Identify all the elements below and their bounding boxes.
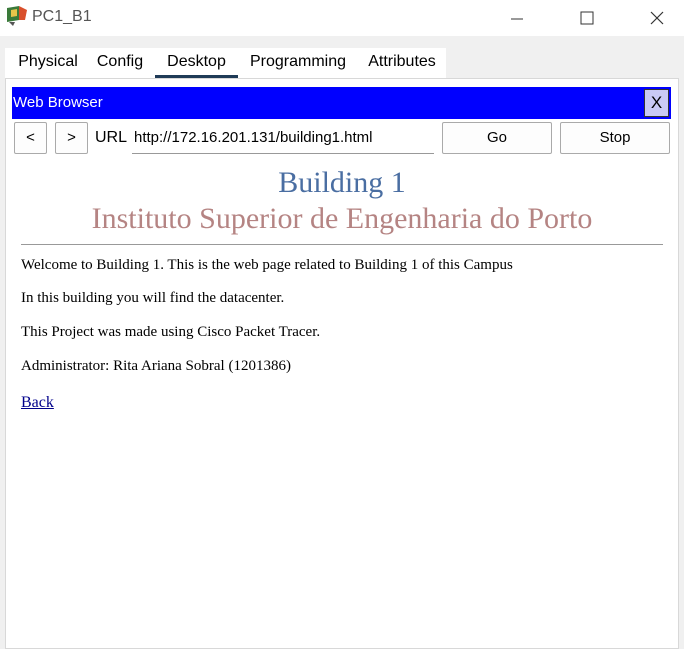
tab-attributes[interactable]: Attributes: [361, 48, 443, 75]
web-browser-titlebar: Web Browser X: [12, 87, 671, 119]
go-button[interactable]: Go: [442, 122, 552, 154]
horizontal-rule: [21, 244, 663, 245]
project-paragraph: This Project was made using Cisco Packet…: [21, 324, 321, 340]
url-input[interactable]: [132, 122, 434, 154]
close-icon: [650, 11, 664, 25]
maximize-icon: [580, 11, 594, 25]
window-title: PC1_B1: [32, 8, 92, 25]
maximize-button[interactable]: [564, 0, 610, 36]
packet-tracer-pc-icon: [5, 4, 29, 28]
forward-button[interactable]: >: [55, 122, 88, 154]
web-page-content: Building 1 Instituto Superior de Engenha…: [13, 156, 671, 639]
page-heading: Building 1: [278, 166, 406, 199]
tab-strip: Physical Config Desktop Programming Attr…: [5, 48, 446, 78]
web-browser-title: Web Browser: [13, 94, 103, 111]
back-button[interactable]: <: [14, 122, 47, 154]
window-titlebar: PC1_B1: [0, 0, 684, 36]
minimize-button[interactable]: [494, 0, 540, 36]
close-browser-button[interactable]: X: [644, 89, 669, 117]
administrator-paragraph: Administrator: Rita Ariana Sobral (12013…: [21, 358, 291, 374]
datacenter-paragraph: In this building you will find the datac…: [21, 290, 285, 306]
welcome-paragraph: Welcome to Building 1. This is the web p…: [21, 257, 513, 273]
back-link[interactable]: Back: [21, 394, 54, 412]
tab-desktop[interactable]: Desktop: [155, 48, 238, 78]
url-label: URL: [95, 129, 128, 146]
close-window-button[interactable]: [634, 0, 680, 36]
tab-programming[interactable]: Programming: [243, 48, 353, 75]
tab-config[interactable]: Config: [89, 48, 151, 75]
tab-physical[interactable]: Physical: [9, 48, 87, 75]
stop-button[interactable]: Stop: [560, 122, 670, 154]
page-subheading: Instituto Superior de Engenharia do Port…: [91, 202, 593, 235]
tab-bar: Physical Config Desktop Programming Attr…: [0, 36, 684, 78]
minimize-icon: [511, 18, 523, 20]
